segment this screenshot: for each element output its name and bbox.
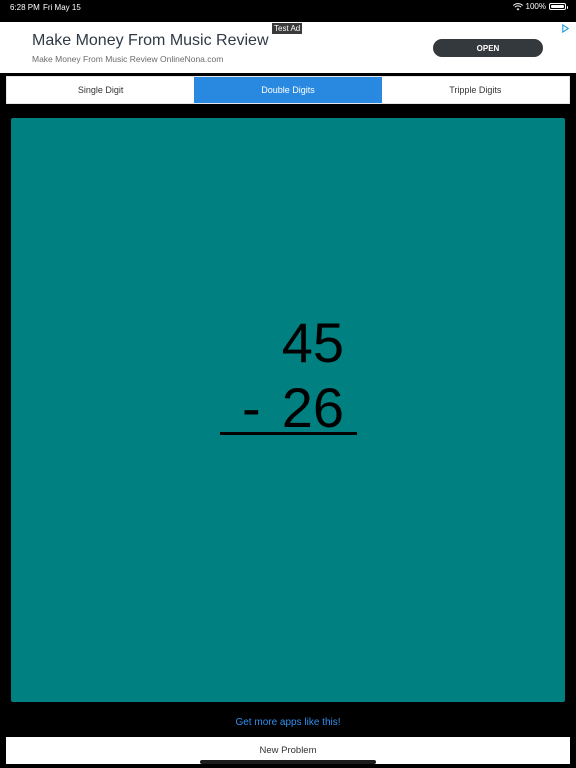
problem-card: 45 - 26 [11,118,565,702]
ad-open-button[interactable]: OPEN [433,39,543,57]
home-indicator [200,760,376,764]
battery-level [551,5,564,8]
digit-mode-tabs: Single Digit Double Digits Tripple Digit… [6,76,570,104]
ad-title[interactable]: Make Money From Music Review [32,32,269,50]
ad-banner[interactable]: Test Ad Make Money From Music Review Mak… [0,22,576,73]
answer-line [220,432,357,435]
tab-single-digit[interactable]: Single Digit [7,77,194,103]
more-apps-link[interactable]: Get more apps like this! [0,717,576,728]
battery-percent: 100% [525,2,546,11]
status-bar: 6:28 PM Fri May 15 100% [0,0,576,14]
tab-tripple-digits[interactable]: Tripple Digits [382,77,569,103]
ad-subtitle: Make Money From Music Review OnlineNona.… [32,54,224,64]
ad-choices-icon[interactable] [561,24,570,33]
battery-icon [549,3,568,10]
status-date: Fri May 15 [43,3,81,12]
problem-top-number: 45 [281,311,344,374]
problem-bottom-number: 26 [281,376,344,439]
tab-double-digits[interactable]: Double Digits [194,77,382,103]
wifi-icon [512,2,523,10]
status-time: 6:28 PM [10,3,40,12]
ad-label: Test Ad [272,23,303,34]
status-indicators: 100% [512,2,568,11]
